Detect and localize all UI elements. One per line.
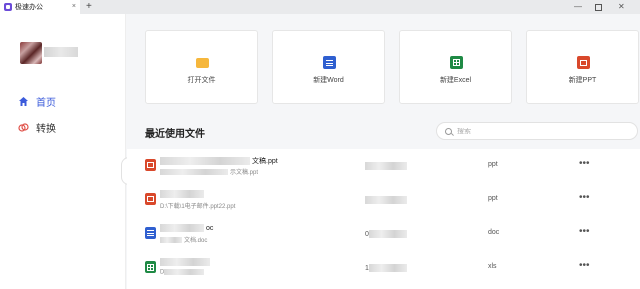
more-options-icon[interactable]: ••• [579,158,590,169]
title-bar: 极速办公 × + — ✕ [0,0,640,14]
more-options-icon[interactable]: ••• [579,192,590,203]
new-excel-card[interactable]: 新建Excel [399,30,512,104]
file-path: 文档.doc [160,235,207,244]
excel-file-icon [145,261,156,273]
table-row-partial [127,285,640,289]
app-logo-icon [4,3,12,11]
sidebar: 首页 转换 [0,14,126,289]
app-tab[interactable]: 极速办公 × [0,0,80,14]
word-icon [323,56,336,69]
sidebar-item-label: 首页 [36,97,56,109]
main-content: 打开文件 新建Word 新建Excel 新建PPT 最近使用文件 文稿.ppt … [127,14,640,289]
file-name: oc [160,224,213,232]
file-type: ppt [488,161,498,168]
card-label: 新建Word [313,77,344,84]
convert-icon [18,122,29,133]
file-type: xls [488,263,497,270]
file-name [160,258,212,266]
card-label: 新建PPT [568,77,597,84]
username-redacted [44,47,78,57]
close-window-button[interactable]: ✕ [618,1,625,13]
file-path: D [160,269,206,276]
tab-close-icon[interactable]: × [72,3,76,11]
file-path: D:\下载\1电子邮件.ppt22.ppt [160,204,236,210]
open-file-card[interactable]: 打开文件 [145,30,258,104]
home-icon [18,96,29,107]
new-ppt-card[interactable]: 新建PPT [526,30,639,104]
word-file-icon [145,227,156,239]
file-time: 1 [365,264,409,272]
app-tab-title: 极速办公 [15,4,43,11]
table-row[interactable]: oc 文档.doc 0 doc ••• [127,217,640,251]
ppt-file-icon [145,193,156,205]
search-icon [445,127,452,135]
search-input[interactable] [457,127,617,135]
table-row[interactable]: 文稿.ppt 示文稿.ppt ppt ••• [127,149,640,183]
file-time [365,196,409,204]
ppt-file-icon [145,159,156,171]
more-options-icon[interactable]: ••• [579,260,590,271]
new-tab-button[interactable]: + [86,1,92,13]
table-row[interactable]: D:\下载\1电子邮件.ppt22.ppt ppt ••• [127,183,640,217]
card-label: 打开文件 [187,77,216,84]
table-row[interactable]: D 1 xls ••• [127,251,640,285]
file-time [365,162,409,170]
search-box[interactable] [436,122,638,140]
file-name [160,190,206,198]
avatar[interactable] [20,42,42,64]
folder-icon [196,58,209,68]
file-type: ppt [488,195,498,202]
sidebar-item-convert[interactable]: 转换 [18,120,56,135]
file-path: 示文稿.ppt [160,167,258,176]
more-options-icon[interactable]: ••• [579,226,590,237]
new-word-card[interactable]: 新建Word [272,30,385,104]
ppt-icon [577,56,590,69]
maximize-button[interactable] [595,4,602,11]
sidebar-item-home[interactable]: 首页 [18,94,56,109]
recent-files-title: 最近使用文件 [145,129,205,140]
sidebar-item-label: 转换 [36,123,56,135]
file-type: doc [488,229,500,236]
card-label: 新建Excel [439,77,472,84]
minimize-button[interactable]: — [574,1,582,13]
file-time: 0 [365,230,409,238]
excel-icon [450,56,463,69]
file-name: 文稿.ppt [160,156,278,166]
